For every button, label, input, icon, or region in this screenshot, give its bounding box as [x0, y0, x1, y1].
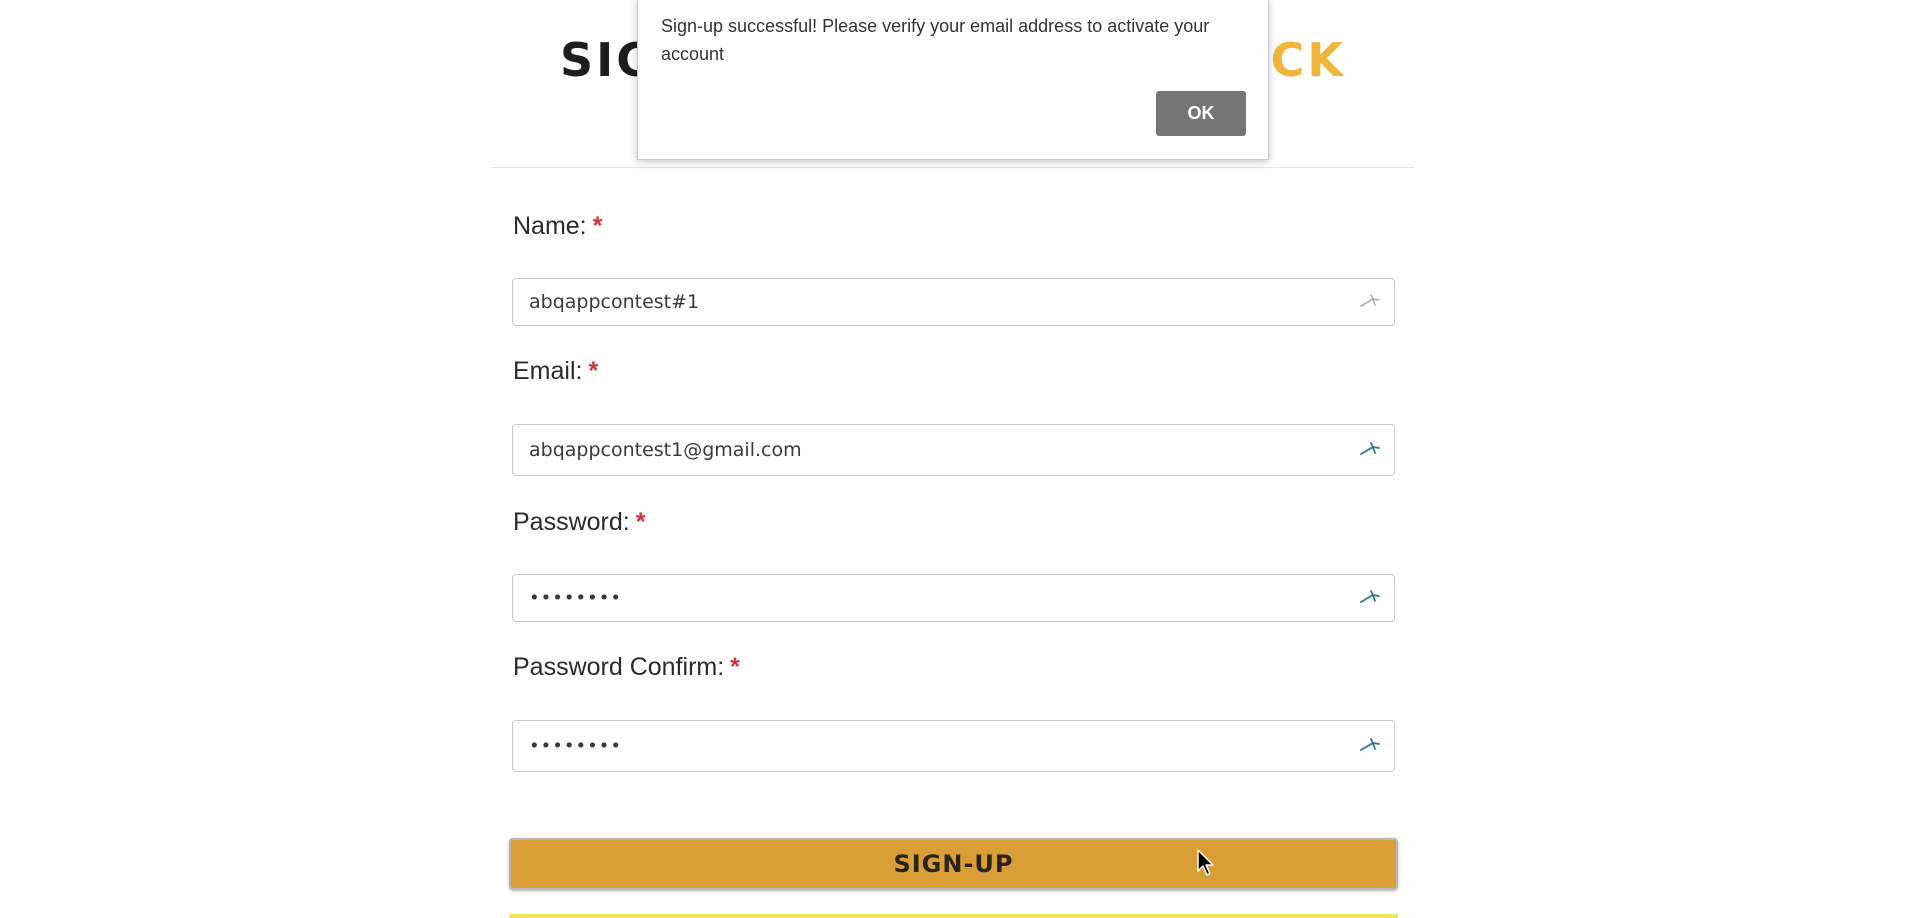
email-field-value: abqappcontest1@gmail.com	[529, 439, 802, 461]
alert-dialog: Sign-up successful! Please verify your e…	[637, 0, 1269, 160]
mouse-pointer-icon	[1197, 849, 1214, 876]
name-field[interactable]: abqappcontest#1	[512, 278, 1395, 326]
password-field-value: ••••••••	[529, 587, 622, 609]
password-confirm-field[interactable]: ••••••••	[512, 720, 1395, 772]
email-label-text: Email:	[513, 357, 583, 385]
key-icon[interactable]	[1358, 589, 1382, 607]
bottom-strip	[509, 914, 1398, 918]
signup-page: SIG UCK Name: * abqappcontest#1 Email: * a…	[0, 0, 1909, 918]
name-field-value: abqappcontest#1	[529, 291, 700, 313]
required-asterisk: *	[635, 508, 646, 536]
password-confirm-label: Password Confirm: *	[513, 653, 740, 682]
required-asterisk: *	[592, 212, 603, 240]
alert-ok-button[interactable]: OK	[1156, 91, 1246, 136]
signup-button[interactable]: SIGN-UP	[509, 838, 1398, 890]
password-field[interactable]: ••••••••	[512, 574, 1395, 622]
password-label: Password: *	[513, 508, 645, 537]
required-asterisk: *	[730, 653, 740, 681]
header-divider	[492, 167, 1414, 168]
email-field[interactable]: abqappcontest1@gmail.com	[512, 424, 1395, 476]
key-icon[interactable]	[1358, 441, 1382, 459]
key-icon[interactable]	[1358, 737, 1382, 755]
password-label-text: Password:	[513, 508, 630, 536]
password-confirm-field-value: ••••••••	[529, 735, 622, 757]
password-confirm-label-text: Password Confirm:	[513, 653, 725, 681]
email-label: Email: *	[513, 357, 598, 386]
key-icon[interactable]	[1358, 293, 1382, 311]
alert-message: Sign-up successful! Please verify your e…	[661, 16, 1210, 64]
name-label-text: Name:	[513, 212, 587, 240]
name-label: Name: *	[513, 212, 602, 241]
required-asterisk: *	[588, 357, 599, 385]
